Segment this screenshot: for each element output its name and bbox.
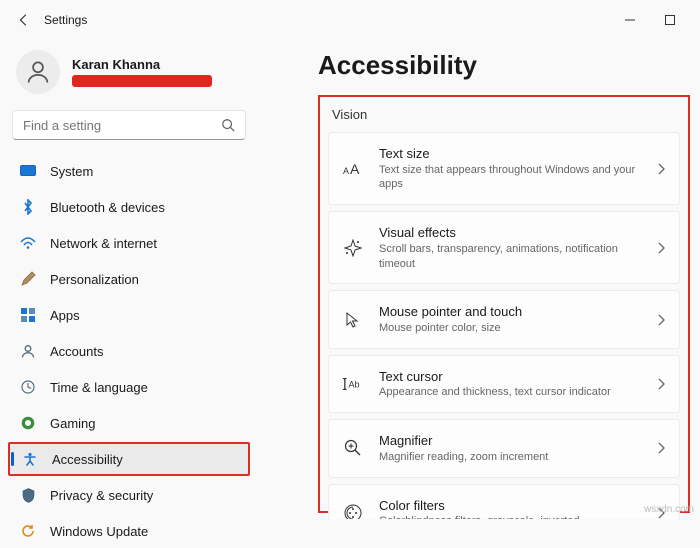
page-title: Accessibility [318,50,690,81]
card-color-filters[interactable]: Color filters Colorblindness filters, gr… [328,484,680,519]
sidebar-item-label: Personalization [50,272,139,287]
titlebar: Settings [0,0,700,40]
card-title: Magnifier [379,432,641,450]
sidebar: Karan Khanna System Bluetooth & devices … [0,40,258,519]
accounts-icon [20,344,36,358]
magnifier-icon [343,439,363,457]
card-sub: Appearance and thickness, text cursor in… [379,385,641,400]
search-box[interactable] [12,110,246,140]
search-icon [221,118,235,132]
chevron-right-icon [657,314,665,326]
sidebar-item-apps[interactable]: Apps [8,298,250,332]
sidebar-item-label: Time & language [50,380,148,395]
card-text-size[interactable]: AA Text size Text size that appears thro… [328,132,680,205]
sidebar-item-bluetooth[interactable]: Bluetooth & devices [8,190,250,224]
card-title: Mouse pointer and touch [379,303,641,321]
card-text-cursor[interactable]: Ab Text cursor Appearance and thickness,… [328,355,680,413]
gaming-icon [20,416,36,430]
watermark: wsxdn.com [644,504,694,515]
network-icon [20,237,36,249]
card-visual-effects[interactable]: Visual effects Scroll bars, transparency… [328,211,680,284]
svg-text:A: A [343,166,349,176]
card-mouse-pointer[interactable]: Mouse pointer and touch Mouse pointer co… [328,290,680,348]
sidebar-item-label: Gaming [50,416,96,431]
sidebar-item-network[interactable]: Network & internet [8,226,250,260]
sidebar-item-privacy[interactable]: Privacy & security [8,478,250,512]
update-icon [20,524,36,538]
card-magnifier[interactable]: Magnifier Magnifier reading, zoom increm… [328,419,680,477]
window-title: Settings [38,13,87,27]
card-title: Text size [379,145,641,163]
sidebar-item-label: Privacy & security [50,488,153,503]
sidebar-item-label: Bluetooth & devices [50,200,165,215]
chevron-right-icon [657,163,665,175]
sidebar-item-personalization[interactable]: Personalization [8,262,250,296]
chevron-right-icon [657,242,665,254]
section-label: Vision [328,103,680,132]
card-sub: Colorblindness filters, grayscale, inver… [379,514,641,519]
card-title: Color filters [379,497,641,515]
profile-name: Karan Khanna [72,57,212,74]
profile-email-redacted [72,75,212,87]
chevron-right-icon [657,378,665,390]
minimize-button[interactable] [610,5,650,35]
maximize-button[interactable] [650,5,690,35]
card-title: Text cursor [379,368,641,386]
accessibility-icon [22,452,38,466]
vision-section-highlight: Vision AA Text size Text size that appea… [318,95,690,513]
nav-list: System Bluetooth & devices Network & int… [8,154,250,548]
card-sub: Scroll bars, transparency, animations, n… [379,242,641,272]
back-button[interactable] [10,13,38,27]
card-title: Visual effects [379,224,641,242]
card-sub: Magnifier reading, zoom increment [379,450,641,465]
sidebar-item-accounts[interactable]: Accounts [8,334,250,368]
time-language-icon [20,380,36,394]
chevron-right-icon [657,442,665,454]
avatar [16,50,60,94]
main-content: Accessibility Vision AA Text size Text s… [258,40,700,519]
apps-icon [20,308,36,322]
profile-block[interactable]: Karan Khanna [8,40,250,110]
sidebar-item-label: System [50,164,93,179]
personalization-icon [20,271,36,287]
search-input[interactable] [23,118,221,133]
svg-text:Ab: Ab [348,380,359,390]
sidebar-item-accessibility[interactable]: Accessibility [8,442,250,476]
system-icon [20,165,36,177]
sidebar-item-label: Windows Update [50,524,148,539]
sidebar-item-label: Accessibility [52,452,123,467]
color-filters-icon [343,504,363,519]
sidebar-item-label: Network & internet [50,236,157,251]
privacy-icon [20,488,36,503]
bluetooth-icon [20,199,36,215]
sidebar-item-update[interactable]: Windows Update [8,514,250,548]
card-sub: Mouse pointer color, size [379,321,641,336]
sidebar-item-system[interactable]: System [8,154,250,188]
sidebar-item-label: Accounts [50,344,103,359]
text-size-icon: AA [343,161,363,177]
sidebar-item-time-language[interactable]: Time & language [8,370,250,404]
text-cursor-icon: Ab [343,377,363,391]
mouse-pointer-icon [343,311,363,329]
visual-effects-icon [343,239,363,257]
sidebar-item-label: Apps [50,308,80,323]
svg-text:A: A [350,161,360,177]
card-sub: Text size that appears throughout Window… [379,163,641,193]
sidebar-item-gaming[interactable]: Gaming [8,406,250,440]
